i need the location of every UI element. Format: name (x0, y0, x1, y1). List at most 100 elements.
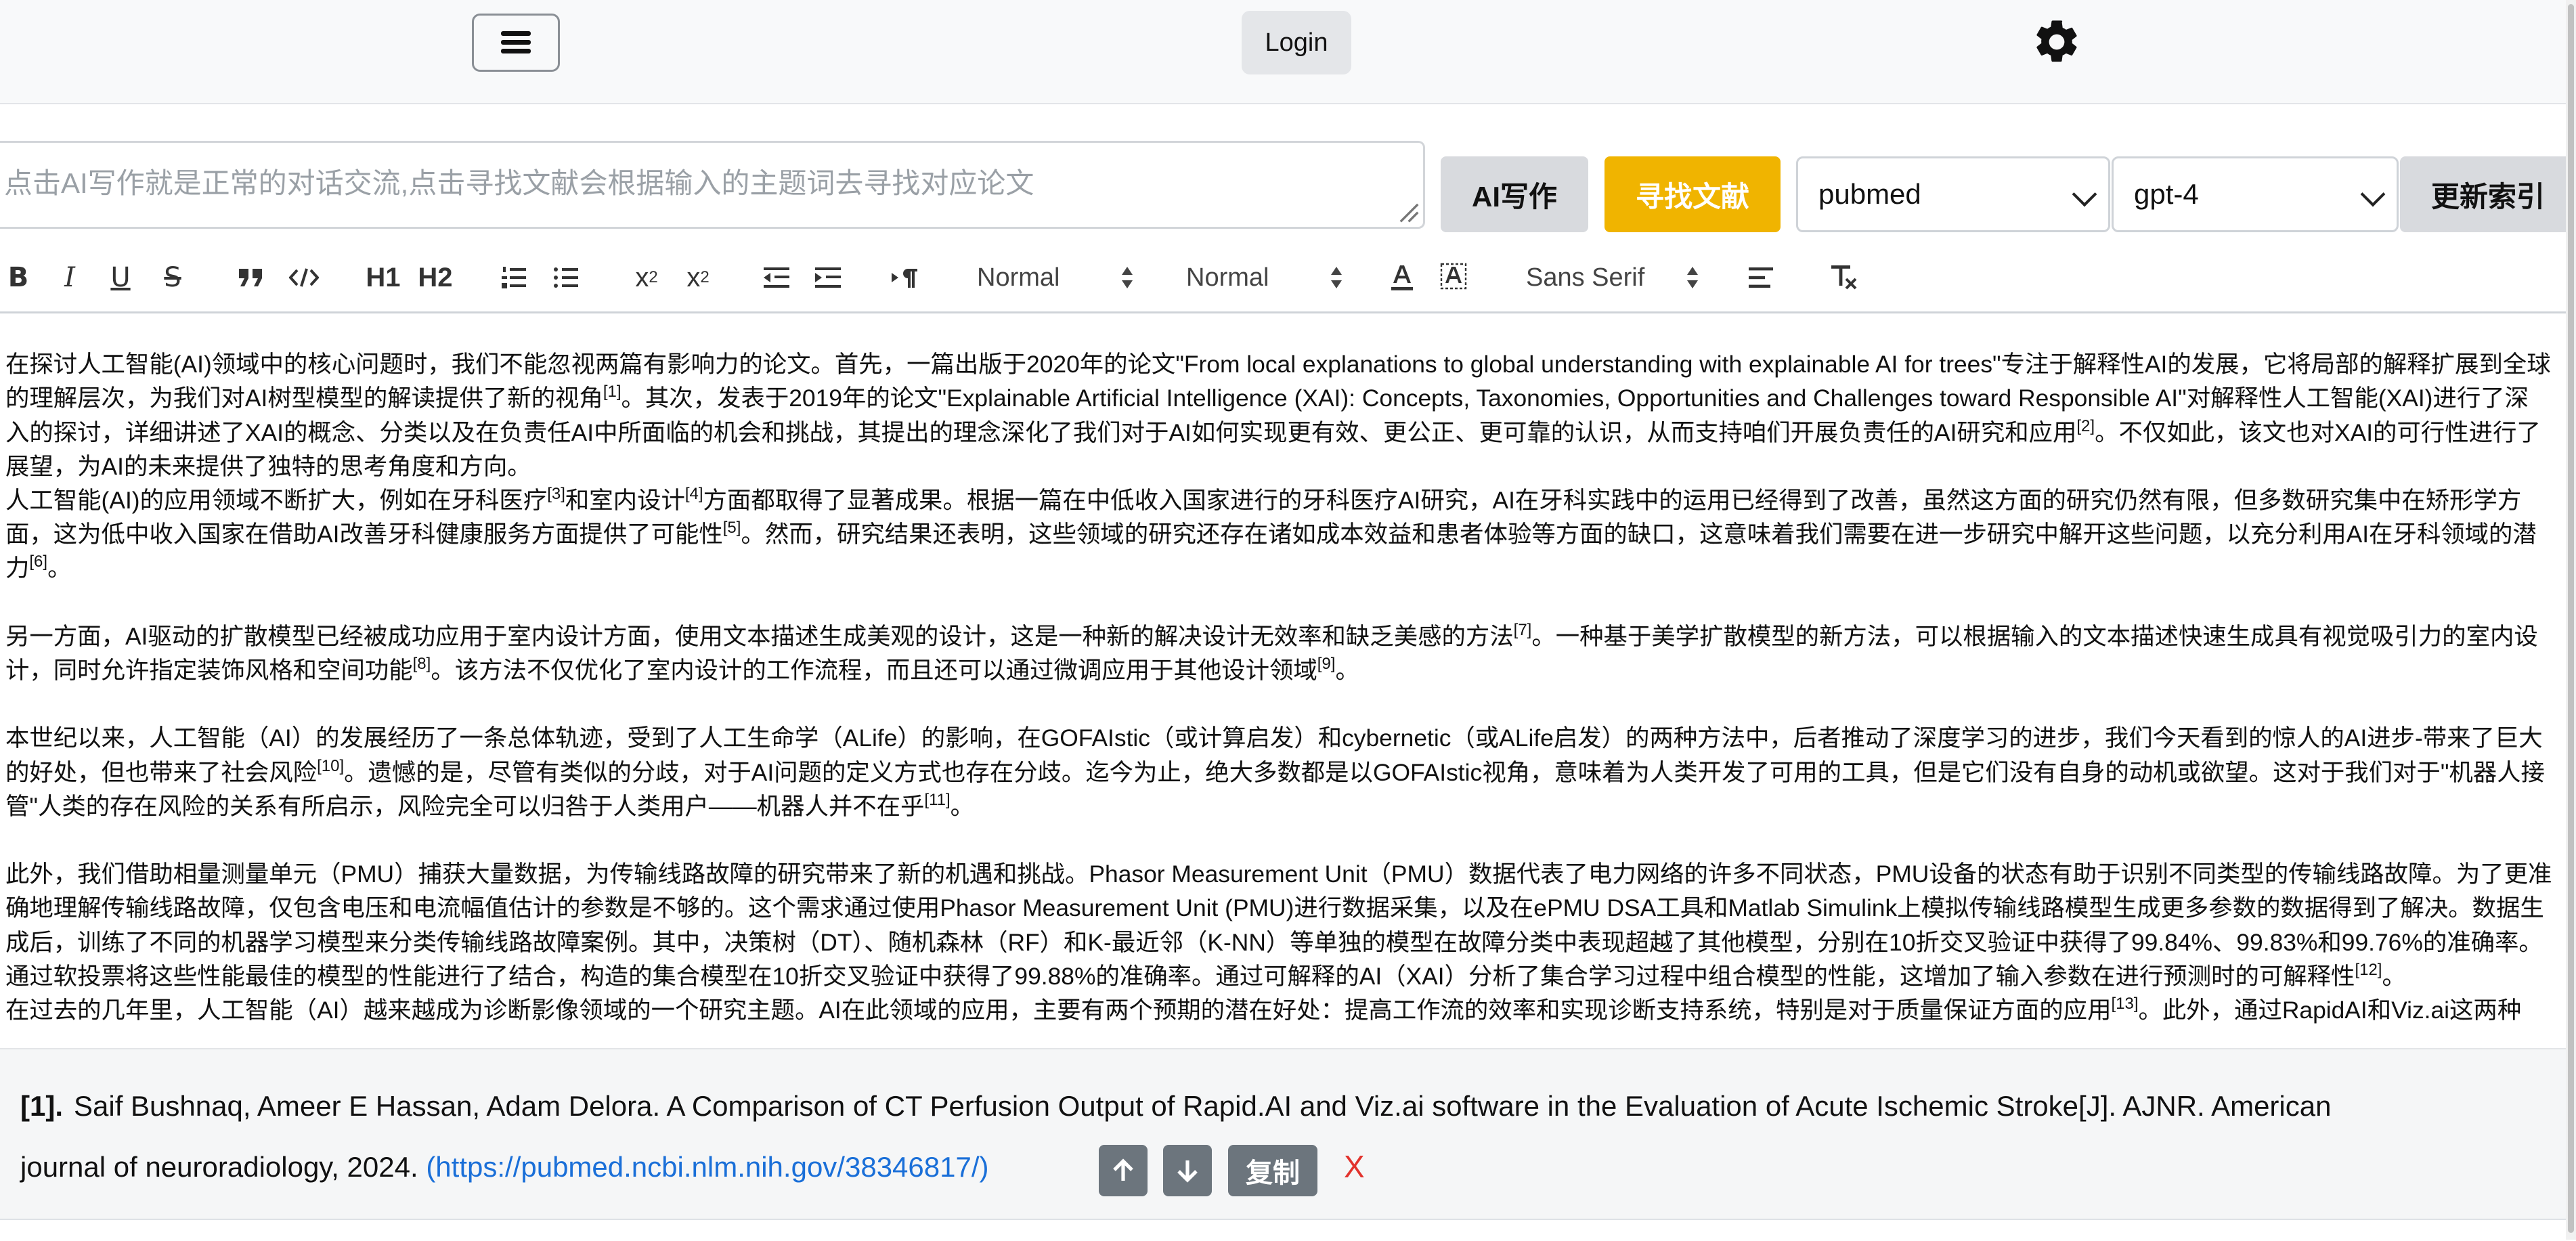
paragraph: 在探讨人工智能(AI)领域中的核心问题时，我们不能忽视两篇有影响力的论文。首先，… (0, 347, 2552, 483)
header-picker[interactable]: Normal (1186, 257, 1343, 298)
bullet-list-icon (554, 267, 578, 288)
reference-line-2: journal of neuroradiology, 2024. (https:… (20, 1151, 989, 1183)
close-icon[interactable]: X (1344, 1148, 1365, 1185)
background-color-icon (1440, 263, 1467, 290)
ai-write-button[interactable]: AI写作 (1441, 156, 1588, 232)
size-picker[interactable]: Normal (977, 257, 1134, 298)
citation-ref[interactable]: [10] (317, 757, 344, 775)
indent-button[interactable] (811, 257, 845, 298)
model-select[interactable]: gpt-4 (2112, 156, 2399, 232)
background-color-button[interactable] (1438, 257, 1469, 298)
reference-text: journal of neuroradiology, 2024. (20, 1151, 427, 1183)
citation-ref[interactable]: [1] (603, 383, 621, 401)
superscript-label: 2 (700, 268, 710, 286)
outdent-button[interactable] (760, 257, 793, 298)
ordered-list-button[interactable] (498, 257, 530, 298)
superscript-button[interactable]: x2 (681, 257, 715, 298)
underline-button[interactable]: U (104, 257, 137, 298)
paragraph: 此外，我们借助相量测量单元（PMU）捕获大量数据，为传输线路故障的研究带来了新的… (0, 857, 2552, 993)
bold-button[interactable]: B (1, 257, 35, 298)
reference-text: Saif Bushnaq, Ameer E Hassan, Adam Delor… (74, 1090, 2332, 1122)
scrollbar-thumb[interactable] (2568, 4, 2574, 1233)
copy-reference-button[interactable]: 复制 (1228, 1145, 1317, 1196)
paragraph: 另一方面，AI驱动的扩散模型已经被成功应用于室内设计方面，使用文本描述生成美观的… (0, 619, 2552, 687)
citation-ref[interactable]: [13] (2111, 995, 2138, 1013)
page-scrollbar[interactable] (2566, 0, 2576, 1240)
font-picker-label: Sans Serif (1526, 263, 1645, 292)
paragraph-text: 。此外，通过RapidAI和Viz.ai这两种 (2138, 997, 2522, 1024)
outdent-icon (764, 267, 789, 288)
citation-ref[interactable]: [5] (723, 519, 741, 537)
align-icon (1749, 267, 1773, 288)
paragraph-text: 。 (2382, 962, 2406, 990)
text-color-icon (1391, 265, 1413, 290)
subscript-label: 2 (649, 268, 658, 286)
size-picker-label: Normal (977, 263, 1060, 292)
previous-reference-button[interactable] (1099, 1145, 1148, 1196)
menu-toggle-button[interactable] (472, 14, 560, 72)
strike-button[interactable]: S (156, 257, 190, 298)
blockquote-button[interactable] (234, 257, 269, 298)
citation-ref[interactable]: [2] (2076, 417, 2095, 435)
prompt-input-wrapper (0, 141, 1425, 229)
citation-ref[interactable]: [11] (924, 791, 950, 809)
login-button[interactable]: Login (1242, 11, 1351, 74)
gear-icon[interactable] (2031, 16, 2082, 68)
italic-button[interactable]: I (53, 257, 87, 298)
paragraph-text: 人工智能(AI)的应用领域不断扩大，例如在牙科医疗 (5, 487, 548, 514)
chevron-down-icon (2360, 181, 2386, 207)
citation-ref[interactable]: [4] (685, 485, 703, 503)
paragraph: 人工智能(AI)的应用领域不断扩大，例如在牙科医疗[3]和室内设计[4]方面都取… (0, 483, 2552, 586)
resize-grip-icon[interactable] (1396, 200, 1419, 223)
paragraph-text: 此外，我们借助相量测量单元（PMU）捕获大量数据，为传输线路故障的研究带来了新的… (5, 861, 2552, 990)
updown-arrows-icon (1687, 267, 1698, 288)
paragraph-text: 。 (47, 554, 72, 582)
prompt-input[interactable] (0, 143, 1423, 227)
database-select-value: pubmed (1818, 178, 1921, 210)
paragraph-text: 。 (950, 792, 975, 820)
arrow-down-icon (1177, 1160, 1198, 1183)
find-literature-button[interactable]: 寻找文献 (1604, 156, 1781, 232)
paragraph-text: 。该方法不仅优化了室内设计的工作流程，而且还可以通过微调应用于其他设计领域 (431, 657, 1317, 684)
h1-button[interactable]: H1 (364, 257, 402, 298)
next-reference-button[interactable] (1163, 1145, 1212, 1196)
align-button[interactable] (1745, 257, 1776, 298)
bullet-list-button[interactable] (550, 257, 582, 298)
paragraph: 在过去的几年里，人工智能（AI）越来越成为诊断影像领域的一个研究主题。AI在此领… (0, 993, 2552, 1027)
h2-button[interactable]: H2 (416, 257, 454, 298)
header-picker-label: Normal (1186, 263, 1269, 292)
citation-ref[interactable]: [12] (2355, 961, 2382, 979)
model-select-value: gpt-4 (2134, 178, 2199, 210)
bottom-divider (0, 1219, 2566, 1241)
database-select[interactable]: pubmed (1796, 156, 2110, 232)
reference-line-1: [1]. Saif Bushnaq, Ameer E Hassan, Adam D… (20, 1090, 2331, 1123)
paragraph-text: 和室内设计 (565, 487, 685, 514)
arrow-up-icon (1113, 1158, 1133, 1181)
font-picker[interactable]: Sans Serif (1526, 257, 1699, 298)
citation-ref[interactable]: [9] (1317, 655, 1336, 673)
subscript-button[interactable]: x2 (630, 257, 663, 298)
menu-icon (501, 31, 531, 54)
citation-ref[interactable]: [8] (413, 655, 431, 673)
update-index-button[interactable]: 更新索引 (2400, 156, 2576, 232)
reference-link[interactable]: (https://pubmed.ncbi.nlm.nih.gov/3834681… (426, 1151, 988, 1183)
code-block-button[interactable] (286, 257, 322, 298)
paragraph-text: 在过去的几年里，人工智能（AI）越来越成为诊断影像领域的一个研究主题。AI在此领… (5, 997, 2112, 1024)
citation-ref[interactable]: [7] (1514, 621, 1532, 639)
clear-format-button[interactable] (1828, 257, 1859, 298)
paragraph-text: 另一方面，AI驱动的扩散模型已经被成功应用于室内设计方面，使用文本描述生成美观的… (5, 622, 1514, 650)
blockquote-icon (239, 269, 262, 286)
reference-index: [1]. (20, 1090, 63, 1122)
citation-ref[interactable]: [6] (29, 552, 47, 571)
citation-ref[interactable]: [3] (547, 485, 565, 503)
editor-toolbar: B I U S H1 H2 x2 x2 Normal Normal Sans S… (0, 244, 2576, 313)
text-color-button[interactable] (1387, 257, 1418, 298)
text-direction-button[interactable] (888, 257, 922, 298)
clear-format-icon (1831, 265, 1857, 290)
editor-content[interactable]: 在探讨人工智能(AI)领域中的核心问题时，我们不能忽视两篇有影响力的论文。首先，… (0, 313, 2552, 1048)
ordered-list-icon (502, 267, 526, 288)
updown-arrows-icon (1331, 267, 1342, 288)
updown-arrows-icon (1122, 267, 1133, 288)
indent-icon (815, 267, 841, 288)
